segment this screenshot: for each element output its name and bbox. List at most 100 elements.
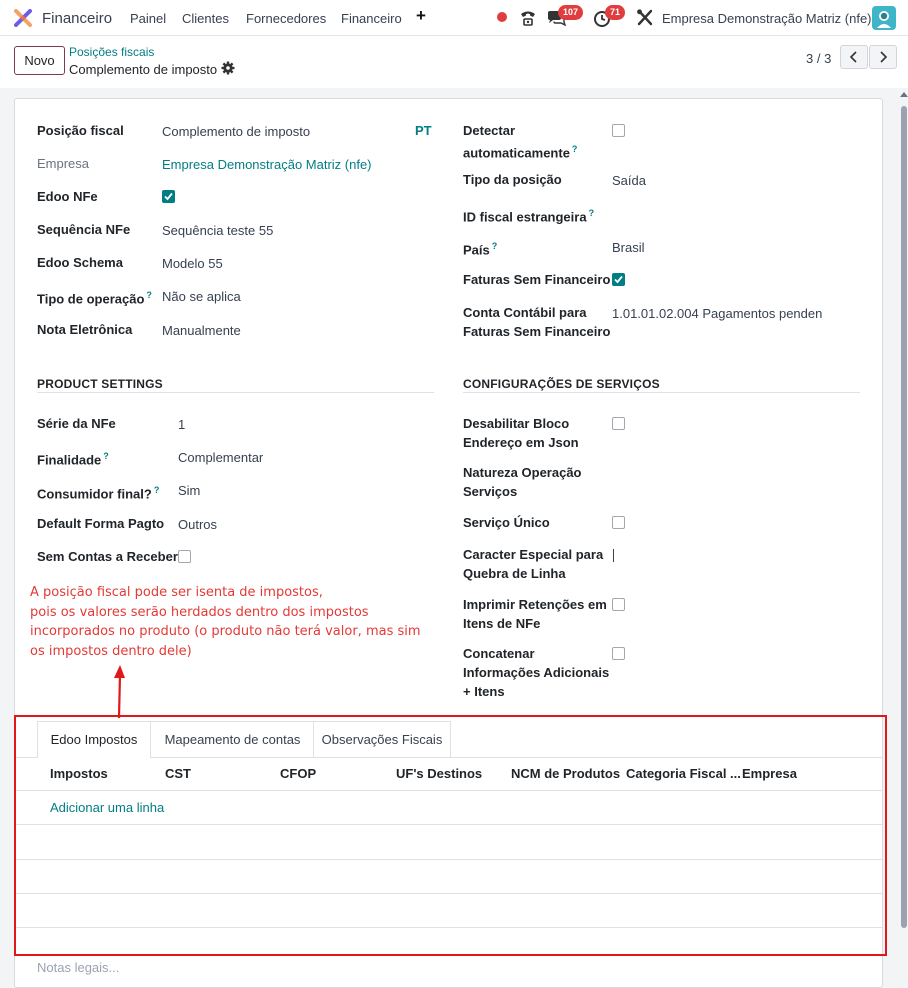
section-divider	[463, 392, 860, 393]
auto-detect-checkbox[interactable]	[612, 124, 625, 137]
annotation-line: A posição fiscal pode ser isenta de impo…	[30, 585, 323, 600]
purpose-field[interactable]: Complementar	[178, 448, 263, 467]
foreign-vat-label: ID fiscal estrangeira?	[463, 208, 595, 225]
edoo-nfe-checkbox[interactable]	[162, 190, 175, 203]
new-button[interactable]: Novo	[14, 46, 65, 75]
series-field[interactable]: 1	[178, 415, 185, 434]
tools-icon[interactable]	[635, 8, 655, 28]
services-settings-title: CONFIGURAÇÕES DE SERVIÇOS	[463, 377, 660, 391]
sequence-nfe-field[interactable]: Sequência teste 55	[162, 221, 273, 240]
help-tooltip-icon[interactable]: ?	[589, 208, 595, 218]
check-icon	[164, 192, 173, 201]
translate-lang-button[interactable]: PT	[415, 123, 432, 138]
final-consumer-label: Consumidor final??	[37, 485, 160, 502]
pager-value[interactable]: 3 / 3	[806, 51, 831, 66]
final-consumer-field[interactable]: Sim	[178, 481, 200, 500]
help-tooltip-icon[interactable]: ?	[154, 485, 160, 495]
table-row-divider	[16, 824, 882, 825]
no-finance-invoices-checkbox[interactable]	[612, 273, 625, 286]
edoo-schema-field[interactable]: Modelo 55	[162, 254, 223, 273]
column-header-taxes[interactable]: Impostos	[50, 766, 108, 781]
no-receivable-checkbox[interactable]	[178, 550, 191, 563]
menu-item-financeiro[interactable]: Financeiro	[341, 11, 402, 26]
menu-item-clientes[interactable]: Clientes	[182, 11, 229, 26]
operation-type-field[interactable]: Não se aplica	[162, 287, 241, 306]
help-tooltip-icon[interactable]: ?	[103, 451, 109, 461]
concat-info-checkbox[interactable]	[612, 647, 625, 660]
menu-item-painel[interactable]: Painel	[130, 11, 166, 26]
scrollbar-thumb[interactable]	[901, 106, 907, 928]
account-field[interactable]: 1.01.01.02.004 Pagamentos pendente	[612, 304, 822, 323]
app-logo-icon[interactable]	[14, 9, 32, 27]
company-switcher[interactable]: Empresa Demonstração Matriz (nfe)	[662, 11, 872, 26]
column-header-company[interactable]: Empresa	[742, 766, 797, 781]
no-receivable-label: Sem Contas a Receber	[37, 549, 178, 564]
no-finance-invoices-label: Faturas Sem Financeiro	[463, 272, 611, 287]
annotation-arrow-icon	[114, 665, 125, 719]
electronic-note-field[interactable]: Manualmente	[162, 321, 241, 340]
country-field[interactable]: Brasil	[612, 238, 645, 257]
disable-json-block-checkbox[interactable]	[612, 417, 625, 430]
quick-add-icon[interactable]: +	[416, 6, 426, 26]
payment-method-field[interactable]: Outros	[178, 515, 217, 534]
tabs-divider	[16, 757, 37, 758]
phone-icon[interactable]	[518, 8, 538, 28]
position-type-field[interactable]: Saída	[612, 171, 646, 190]
print-retentions-checkbox[interactable]	[612, 598, 625, 611]
single-service-checkbox[interactable]	[612, 516, 625, 529]
fiscal-position-label: Posição fiscal	[37, 123, 124, 138]
purpose-label: Finalidade?	[37, 451, 109, 468]
help-tooltip-icon[interactable]: ?	[146, 290, 152, 300]
column-header-cfop[interactable]: CFOP	[280, 766, 316, 781]
sequence-nfe-label: Sequência NFe	[37, 222, 131, 237]
company-label: Empresa	[37, 156, 90, 171]
help-tooltip-icon[interactable]: ?	[572, 144, 578, 154]
table-row-divider	[16, 927, 882, 928]
app-name[interactable]: Financeiro	[42, 10, 112, 27]
disable-json-block-label: Desabilitar Bloco Endereço em Json	[463, 416, 579, 450]
gear-icon[interactable]	[221, 61, 235, 75]
pager-next-button[interactable]	[869, 45, 897, 69]
column-header-fiscal-category[interactable]: Categoria Fiscal ...	[626, 766, 741, 781]
auto-detect-label: Detectar automaticamente?	[463, 123, 578, 161]
annotation-line: incorporados no produto (o produto não t…	[30, 624, 421, 639]
edoo-schema-label: Edoo Schema	[37, 255, 123, 270]
record-title: Complemento de imposto	[69, 62, 218, 77]
activities-count-badge: 71	[605, 5, 626, 20]
company-field[interactable]: Empresa Demonstração Matriz (nfe)	[162, 155, 372, 174]
check-icon	[614, 275, 623, 284]
series-label: Série da NFe	[37, 416, 116, 431]
chevron-right-icon	[880, 51, 888, 63]
form-sheet	[14, 98, 883, 988]
tab-account-mapping[interactable]: Mapeamento de contas	[151, 721, 314, 758]
tab-fiscal-notes[interactable]: Observações Fiscais	[313, 721, 451, 758]
column-header-ncm[interactable]: NCM de Produtos	[511, 766, 620, 781]
add-line-link[interactable]: Adicionar uma linha	[50, 800, 164, 815]
annotation-line: os impostos dentro dele)	[30, 643, 192, 659]
column-header-uf-destinations[interactable]: UF's Destinos	[396, 766, 482, 781]
annotation-line: pois os valores serão herdados dentro do…	[30, 604, 369, 620]
special-char-label: Caracter Especial para Quebra de Linha	[463, 547, 604, 581]
record-status-icon[interactable]	[497, 12, 507, 22]
breadcrumb-parent-link[interactable]: Posições fiscais	[69, 45, 154, 59]
pager-previous-button[interactable]	[840, 45, 868, 69]
help-tooltip-icon[interactable]: ?	[492, 241, 498, 251]
edoo-nfe-label: Edoo NFe	[37, 189, 98, 204]
table-row-divider	[16, 893, 882, 894]
tab-edoo-impostos[interactable]: Edoo Impostos	[37, 721, 151, 758]
scroll-up-icon[interactable]	[900, 92, 908, 97]
print-retentions-label: Imprimir Retenções em Itens de NFe	[463, 597, 607, 631]
user-avatar[interactable]	[872, 6, 896, 30]
menu-item-fornecedores[interactable]: Fornecedores	[246, 11, 326, 26]
top-navbar: Financeiro Painel Clientes Fornecedores …	[0, 0, 908, 36]
annotation-note: A posição fiscal pode ser isenta de impo…	[30, 583, 430, 661]
column-header-cst[interactable]: CST	[165, 766, 191, 781]
special-char-field[interactable]	[613, 549, 614, 562]
fiscal-position-field[interactable]: Complemento de imposto	[162, 122, 310, 141]
chevron-left-icon	[849, 51, 857, 63]
tabs-divider	[151, 757, 882, 758]
single-service-label: Serviço Único	[463, 515, 550, 530]
position-type-label: Tipo da posição	[463, 172, 562, 187]
page-scrollbar[interactable]	[899, 88, 908, 973]
control-panel: Novo Posições fiscais Complemento de imp…	[0, 36, 908, 88]
